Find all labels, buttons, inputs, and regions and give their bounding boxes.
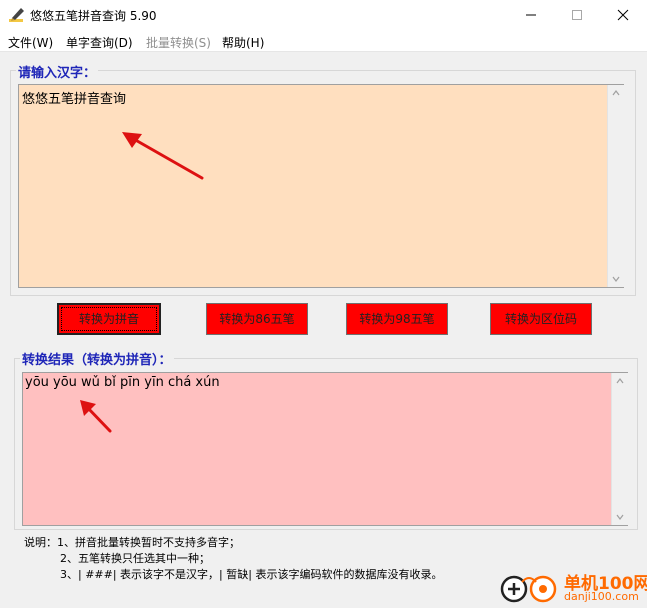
note-line: 3、| ###| 表示该字不是汉字，| 暂缺| 表示该字编码软件的数据库没有收录… <box>60 568 443 581</box>
scroll-up-icon[interactable] <box>616 377 624 385</box>
annotation-arrow-icon <box>80 400 112 433</box>
input-scrollbar[interactable] <box>607 85 624 287</box>
result-group-label: 转换结果（转换为拼音）： <box>20 349 174 368</box>
scroll-down-icon[interactable] <box>616 513 624 521</box>
maximize-button[interactable] <box>554 0 600 30</box>
close-button[interactable] <box>600 0 646 30</box>
scroll-down-icon[interactable] <box>612 275 620 283</box>
close-icon <box>617 9 629 21</box>
convert-to-wubi98-button[interactable]: 转换为98五笔 <box>346 303 448 335</box>
menu-file[interactable]: 文件(W) <box>8 34 53 51</box>
minimize-icon <box>526 14 536 16</box>
hanzi-input-text: 悠悠五笔拼音查询 <box>22 92 127 107</box>
hanzi-input-textarea[interactable]: 悠悠五笔拼音查询 <box>18 84 624 288</box>
annotation-arrow-icon <box>122 132 204 180</box>
menu-help[interactable]: 帮助(H) <box>222 34 264 51</box>
convert-to-wubi86-button[interactable]: 转换为86五笔 <box>206 303 308 335</box>
menu-single-char-query[interactable]: 单字查询(D) <box>66 34 133 51</box>
result-text: yōu yōu wǔ bǐ pīn yīn chá xún <box>25 375 220 390</box>
note-line: 2、五笔转换只任选其中一种； <box>60 552 210 565</box>
title-bar: 悠悠五笔拼音查询 5.90 <box>0 0 647 30</box>
convert-to-pinyin-button[interactable]: 转换为拼音 <box>57 303 161 335</box>
minimize-button[interactable] <box>508 0 554 30</box>
input-group-label: 请输入汉字： <box>16 62 99 81</box>
watermark: 单机100网 danji100.com <box>500 568 647 608</box>
window-title: 悠悠五笔拼音查询 5.90 <box>30 9 157 23</box>
note-line: 说明：1、拼音批量转换暂时不支持多音字； <box>24 536 240 549</box>
result-scrollbar[interactable] <box>611 373 628 525</box>
menu-bar: 文件(W) 单字查询(D) 批量转换(S) 帮助(H) <box>0 30 647 52</box>
maximize-icon <box>572 10 582 20</box>
watermark-url: danji100.com <box>564 590 639 603</box>
app-pen-icon <box>8 6 26 24</box>
convert-to-quwei-button[interactable]: 转换为区位码 <box>490 303 592 335</box>
menu-batch-convert[interactable]: 批量转换(S) <box>146 34 211 51</box>
usage-notes: 说明：1、拼音批量转换暂时不支持多音字； 2、五笔转换只任选其中一种； 3、| … <box>24 535 442 583</box>
danji100-logo-icon <box>500 575 557 603</box>
scroll-up-icon[interactable] <box>612 89 620 97</box>
